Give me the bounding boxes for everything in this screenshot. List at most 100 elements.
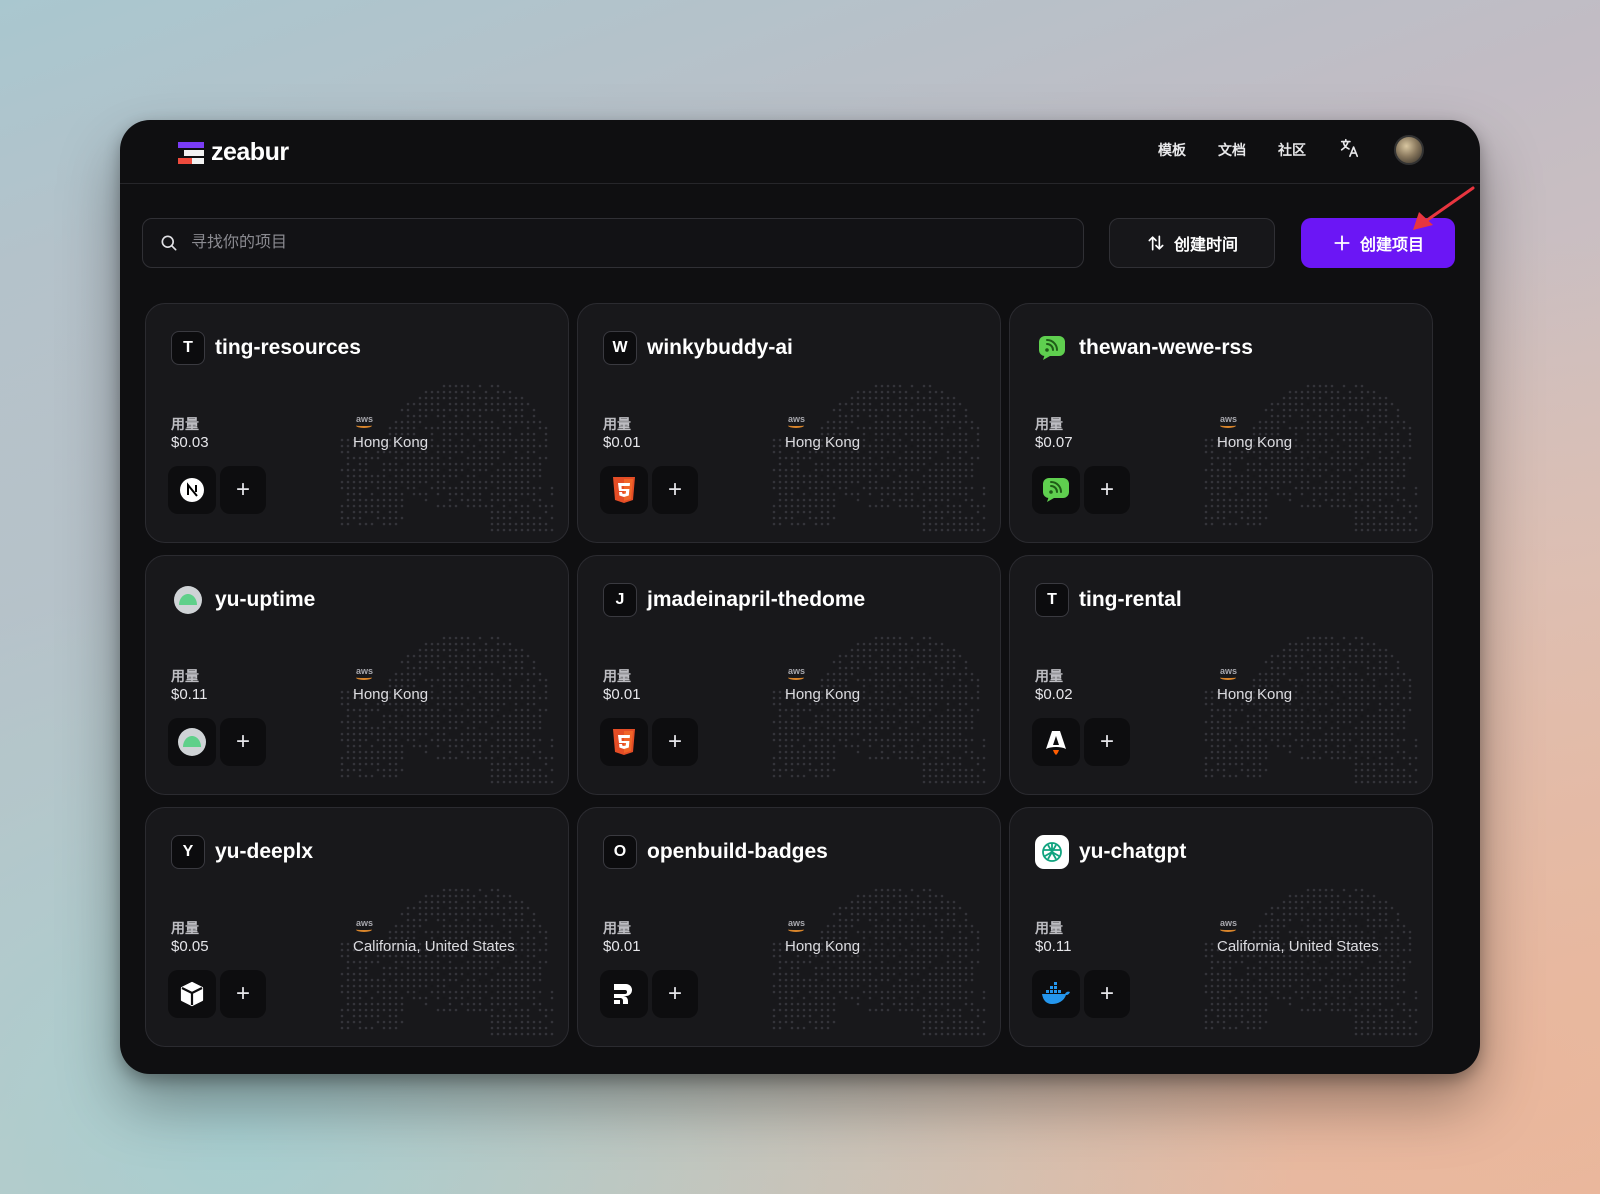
top-bar: zeabur 模板 文档 社区 (120, 120, 1480, 184)
project-card[interactable]: yu-uptime 用量 $0.11 aws Hong Kong + (145, 555, 569, 795)
world-map-icon (770, 628, 1000, 794)
service-row: + (1032, 970, 1130, 1018)
service-row: + (600, 718, 698, 766)
usage-label: 用量 (171, 416, 199, 432)
zeabur-logo[interactable]: zeabur (178, 138, 289, 167)
project-name[interactable]: thewan-wewe-rss (1079, 336, 1253, 360)
add-service-button[interactable]: + (652, 466, 698, 514)
search-input[interactable] (191, 234, 1051, 252)
project-header: T ting-resources (171, 331, 361, 365)
service-button[interactable] (1032, 970, 1080, 1018)
plus-icon (1334, 235, 1350, 251)
project-card[interactable]: O openbuild-badges 用量 $0.01 aws Hong Kon… (577, 807, 1001, 1047)
aws-icon: aws (1220, 666, 1237, 680)
service-button[interactable] (168, 970, 216, 1018)
usage-value: $0.11 (1035, 938, 1072, 955)
astro-icon (1044, 728, 1068, 756)
add-service-button[interactable]: + (652, 718, 698, 766)
zeabur-logo-icon (178, 141, 204, 164)
project-name[interactable]: yu-chatgpt (1079, 840, 1186, 864)
project-name[interactable]: jmadeinapril-thedome (647, 588, 865, 612)
usage-value: $0.02 (1035, 686, 1073, 703)
add-service-button[interactable]: + (652, 970, 698, 1018)
usage-label: 用量 (171, 668, 199, 684)
sort-arrows-icon (1148, 235, 1164, 251)
region-label: Hong Kong (1217, 434, 1293, 451)
add-service-button[interactable]: + (1084, 970, 1130, 1018)
world-map-icon (1202, 880, 1432, 1046)
nav-community[interactable]: 社区 (1278, 140, 1306, 160)
usage-label: 用量 (171, 920, 199, 936)
add-service-button[interactable]: + (220, 718, 266, 766)
nextjs-icon (179, 477, 205, 503)
region-label: Hong Kong (353, 686, 429, 703)
world-map-icon (1202, 628, 1432, 794)
user-avatar[interactable] (1394, 135, 1424, 165)
service-row: + (600, 970, 698, 1018)
search-icon (161, 235, 177, 251)
logo-text: zeabur (211, 138, 289, 166)
service-button[interactable] (600, 718, 648, 766)
nav-docs[interactable]: 文档 (1218, 140, 1246, 160)
project-header: thewan-wewe-rss (1035, 331, 1253, 365)
world-map-icon (338, 880, 568, 1046)
usage-value: $0.01 (603, 938, 641, 955)
html5-icon (611, 728, 637, 756)
usage-value: $0.03 (171, 434, 209, 451)
add-service-button[interactable]: + (220, 970, 266, 1018)
service-button[interactable] (168, 466, 216, 514)
world-map-icon (1202, 376, 1432, 542)
project-card[interactable]: J jmadeinapril-thedome 用量 $0.01 aws Hong… (577, 555, 1001, 795)
usage-label: 用量 (1035, 416, 1063, 432)
sort-by-created-button[interactable]: 创建时间 (1109, 218, 1275, 268)
app-window: zeabur 模板 文档 社区 创建时间 (120, 120, 1480, 1074)
service-button[interactable] (1032, 466, 1080, 514)
nav-templates[interactable]: 模板 (1158, 140, 1186, 160)
project-name[interactable]: yu-deeplx (215, 840, 313, 864)
add-service-button[interactable]: + (1084, 718, 1130, 766)
usage-value: $0.01 (603, 686, 641, 703)
aws-icon: aws (356, 666, 373, 680)
region-label: Hong Kong (785, 434, 861, 451)
service-row: + (1032, 718, 1130, 766)
project-header: T ting-rental (1035, 583, 1182, 617)
region-label: Hong Kong (353, 434, 429, 451)
project-card[interactable]: W winkybuddy-ai 用量 $0.01 aws Hong Kong + (577, 303, 1001, 543)
region-label: Hong Kong (785, 686, 861, 703)
search-bar[interactable] (142, 218, 1084, 268)
service-row: + (168, 466, 266, 514)
project-header: J jmadeinapril-thedome (603, 583, 865, 617)
project-card[interactable]: Y yu-deeplx 用量 $0.05 aws California, Uni… (145, 807, 569, 1047)
project-name[interactable]: openbuild-badges (647, 840, 828, 864)
aws-icon: aws (788, 414, 805, 428)
project-card[interactable]: T ting-resources 用量 $0.03 aws Hong Kong … (145, 303, 569, 543)
usage-label: 用量 (603, 416, 631, 432)
add-service-button[interactable]: + (1084, 466, 1130, 514)
docker-icon (1041, 982, 1071, 1006)
service-row: + (168, 970, 266, 1018)
project-card[interactable]: thewan-wewe-rss 用量 $0.07 aws Hong Kong + (1009, 303, 1433, 543)
service-button[interactable] (600, 970, 648, 1018)
world-map-icon (770, 376, 1000, 542)
uptime-kuma-icon (171, 583, 205, 617)
add-service-button[interactable]: + (220, 466, 266, 514)
project-header: Y yu-deeplx (171, 835, 313, 869)
usage-value: $0.05 (171, 938, 209, 955)
project-name[interactable]: ting-rental (1079, 588, 1182, 612)
project-name[interactable]: ting-resources (215, 336, 361, 360)
service-button[interactable] (168, 718, 216, 766)
project-name[interactable]: yu-uptime (215, 588, 315, 612)
translate-icon[interactable] (1338, 137, 1360, 164)
usage-label: 用量 (1035, 920, 1063, 936)
aws-icon: aws (1220, 414, 1237, 428)
service-row: + (600, 466, 698, 514)
top-nav: 模板 文档 社区 (1158, 135, 1424, 165)
service-button[interactable] (600, 466, 648, 514)
project-card[interactable]: yu-chatgpt 用量 $0.11 aws California, Unit… (1009, 807, 1433, 1047)
service-row: + (168, 718, 266, 766)
project-card[interactable]: T ting-rental 用量 $0.02 aws Hong Kong + (1009, 555, 1433, 795)
world-map-icon (338, 376, 568, 542)
world-map-icon (770, 880, 1000, 1046)
service-button[interactable] (1032, 718, 1080, 766)
project-name[interactable]: winkybuddy-ai (647, 336, 793, 360)
